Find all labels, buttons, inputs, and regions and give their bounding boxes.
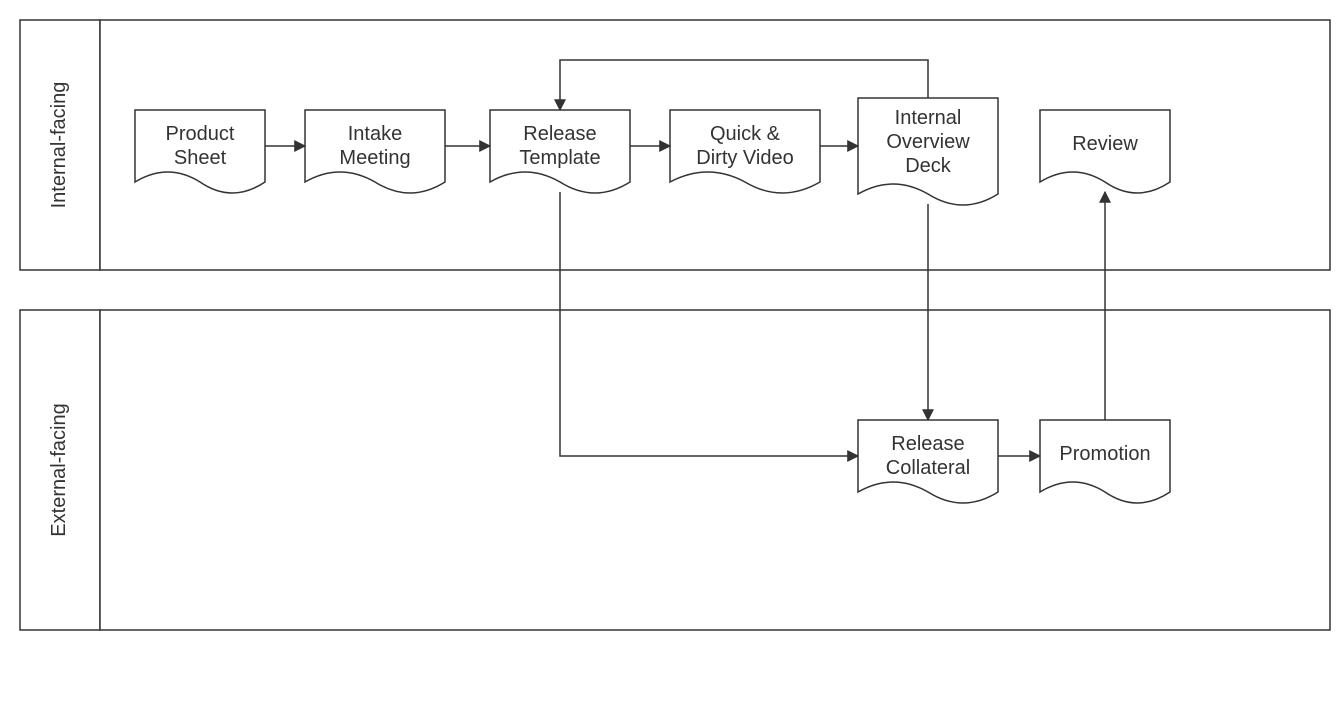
node-promotion-label: Promotion xyxy=(1059,443,1150,465)
node-overview-deck-l2: Overview xyxy=(886,131,970,153)
node-overview-deck-l1: Internal xyxy=(895,107,962,129)
node-release-template-l1: Release xyxy=(523,123,596,145)
lane-internal-label: Internal-facing xyxy=(48,82,70,209)
node-review-label: Review xyxy=(1072,133,1138,155)
node-intake-meeting-l1: Intake xyxy=(348,123,402,145)
node-intake-meeting-l2: Meeting xyxy=(339,147,410,169)
node-release-template-l2: Template xyxy=(519,147,600,169)
node-product-sheet-l1: Product xyxy=(166,123,235,145)
node-release-collateral-l2: Collateral xyxy=(886,457,970,479)
node-quick-dirty-l1: Quick & xyxy=(710,123,781,145)
node-release-collateral-l1: Release xyxy=(891,433,964,455)
node-quick-dirty-l2: Dirty Video xyxy=(696,147,793,169)
swimlane-diagram: Internal-facing External-facing Product … xyxy=(0,0,1344,701)
node-product-sheet-l2: Sheet xyxy=(174,147,227,169)
lane-external-label: External-facing xyxy=(48,403,70,536)
node-overview-deck-l3: Deck xyxy=(905,155,952,177)
